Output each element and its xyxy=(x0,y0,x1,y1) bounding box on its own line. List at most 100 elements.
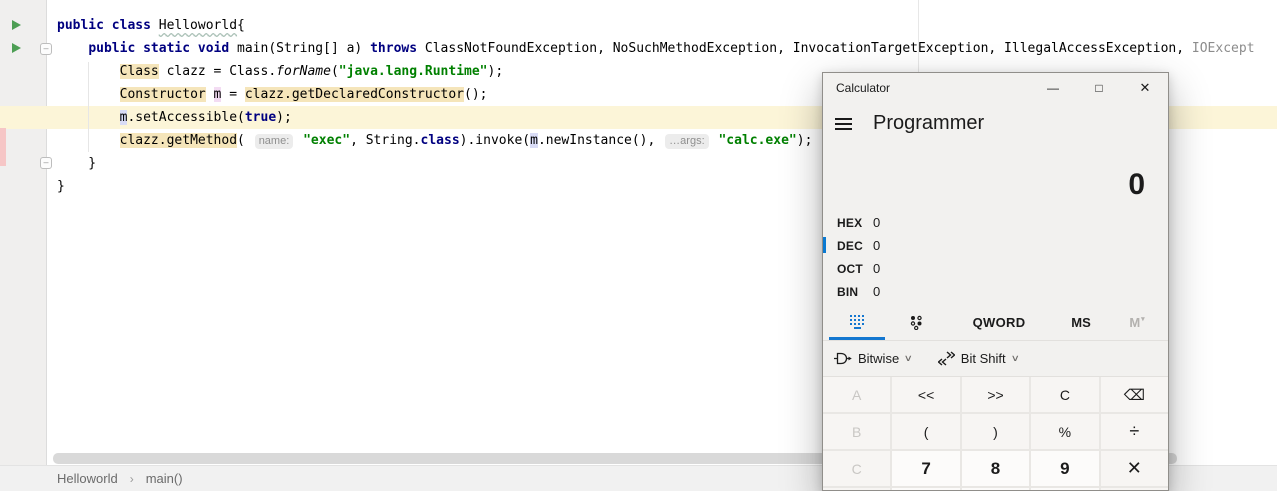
code-token: = xyxy=(221,87,244,102)
code-token: "exec" xyxy=(303,133,350,148)
radix-row-dec[interactable]: DEC0 xyxy=(823,234,1168,257)
code-token: m xyxy=(530,133,538,148)
key-a: A xyxy=(823,377,890,412)
code-token xyxy=(57,133,120,148)
memory-flyout-label: M xyxy=(1129,315,1140,330)
calculator-titlebar: Calculator — □ ✕ xyxy=(823,73,1168,103)
radix-label: DEC xyxy=(837,239,873,253)
parameter-hint: …args: xyxy=(665,134,708,149)
code-token: ); xyxy=(797,133,813,148)
radix-row-oct[interactable]: OCT0 xyxy=(823,257,1168,280)
logic-gate-icon xyxy=(834,352,852,365)
bitwise-dropdown[interactable]: Bitwise ∨ xyxy=(834,351,912,366)
fold-minus-icon[interactable]: – xyxy=(40,43,52,55)
key-close-paren[interactable]: ) xyxy=(962,414,1029,449)
code-token: "calc.exe" xyxy=(718,133,796,148)
code-token: ( xyxy=(331,64,339,79)
code-token: { xyxy=(237,18,245,33)
key-9[interactable]: 9 xyxy=(1031,451,1098,486)
code-line: public class Helloworld{ xyxy=(57,14,1255,37)
breadcrumb-method[interactable]: main() xyxy=(146,471,183,486)
code-token: Class xyxy=(120,64,159,79)
code-token: forName xyxy=(276,64,331,79)
calculator-header: Programmer xyxy=(823,103,1168,144)
code-token: } xyxy=(57,179,65,194)
keypad-grid-icon xyxy=(850,315,865,329)
parameter-hint: name: xyxy=(255,134,294,149)
chevron-down-icon: ▾ xyxy=(1141,315,1145,323)
radix-row-bin[interactable]: BIN0 xyxy=(823,280,1168,303)
code-token xyxy=(57,64,120,79)
key-left-shift[interactable]: << xyxy=(892,377,959,412)
code-token: "java.lang.Runtime" xyxy=(339,64,488,79)
bitwise-label: Bitwise xyxy=(858,351,899,366)
maximize-button[interactable]: □ xyxy=(1076,73,1122,103)
mode-title: Programmer xyxy=(873,112,984,135)
radix-label: HEX xyxy=(837,216,873,230)
code-token: throws xyxy=(370,41,417,56)
code-token: class xyxy=(421,133,460,148)
key-8[interactable]: 8 xyxy=(962,451,1029,486)
code-token xyxy=(206,87,214,102)
key-clear[interactable]: C xyxy=(1031,377,1098,412)
function-row: Bitwise ∨ Bit Shift ∨ xyxy=(823,341,1168,376)
breadcrumb-class[interactable]: Helloworld xyxy=(57,471,118,486)
code-token: .setAccessible( xyxy=(127,110,244,125)
radix-panel: HEX0DEC0OCT0BIN0 xyxy=(823,206,1168,306)
radix-value: 0 xyxy=(873,261,880,276)
keypad-toggle-row: QWORD MS M▾ xyxy=(823,306,1168,340)
code-token: , String. xyxy=(350,133,420,148)
chevron-down-icon: ∨ xyxy=(904,353,913,364)
display-value: 0 xyxy=(1128,168,1145,202)
key-c: C xyxy=(823,451,890,486)
key-7[interactable]: 7 xyxy=(892,451,959,486)
window-title: Calculator xyxy=(823,81,1030,95)
code-token: clazz.getMethod xyxy=(120,133,237,148)
full-keypad-toggle[interactable] xyxy=(829,306,885,340)
chevron-down-icon: ∨ xyxy=(1010,353,1019,364)
calculator-window: Calculator — □ ✕ Programmer 0 HEX0DEC0OC… xyxy=(822,72,1169,491)
close-button[interactable]: ✕ xyxy=(1122,73,1168,103)
radix-label: BIN xyxy=(837,285,873,299)
code-token: IOExcept xyxy=(1192,41,1255,56)
radix-value: 0 xyxy=(873,238,880,253)
code-token: ); xyxy=(488,64,504,79)
bitshift-label: Bit Shift xyxy=(961,351,1006,366)
code-token: public class xyxy=(57,18,159,33)
calculator-keypad: A<<>>C⌫B()%÷C789✕D456− xyxy=(823,377,1168,491)
code-token: (); xyxy=(464,87,487,102)
radix-value: 0 xyxy=(873,284,880,299)
code-token: Helloworld xyxy=(159,18,237,33)
code-token: ).invoke( xyxy=(460,133,530,148)
bit-toggle-keypad-button[interactable] xyxy=(901,306,931,339)
memory-store-button[interactable]: MS xyxy=(1058,306,1104,339)
code-line: public static void main(String[] a) thro… xyxy=(57,37,1255,60)
bitshift-dropdown[interactable]: Bit Shift ∨ xyxy=(938,351,1018,366)
run-main-icon[interactable] xyxy=(12,43,21,53)
code-token xyxy=(57,110,120,125)
minimize-button[interactable]: — xyxy=(1030,73,1076,103)
fold-minus-icon[interactable]: – xyxy=(40,157,52,169)
key-open-paren[interactable]: ( xyxy=(892,414,959,449)
key-divide[interactable]: ÷ xyxy=(1101,414,1168,449)
key-percent[interactable]: % xyxy=(1031,414,1098,449)
run-class-icon[interactable] xyxy=(12,20,21,30)
calculator-display: 0 xyxy=(823,144,1168,206)
word-size-button[interactable]: QWORD xyxy=(963,306,1035,339)
radix-label: OCT xyxy=(837,262,873,276)
key-backspace[interactable]: ⌫ xyxy=(1101,377,1168,412)
menu-icon[interactable] xyxy=(835,115,852,133)
code-token xyxy=(57,41,88,56)
radix-row-hex[interactable]: HEX0 xyxy=(823,211,1168,234)
breadcrumb-separator-icon: › xyxy=(130,472,134,486)
code-token: true xyxy=(245,110,276,125)
code-token: ( xyxy=(237,133,253,148)
key-multiply[interactable]: ✕ xyxy=(1101,451,1168,486)
bit-toggle-icon xyxy=(909,315,923,330)
key-right-shift[interactable]: >> xyxy=(962,377,1029,412)
memory-flyout-button[interactable]: M▾ xyxy=(1117,306,1157,339)
code-token xyxy=(295,133,303,148)
key-b: B xyxy=(823,414,890,449)
radix-value: 0 xyxy=(873,215,880,230)
bit-shift-icon xyxy=(938,351,955,366)
